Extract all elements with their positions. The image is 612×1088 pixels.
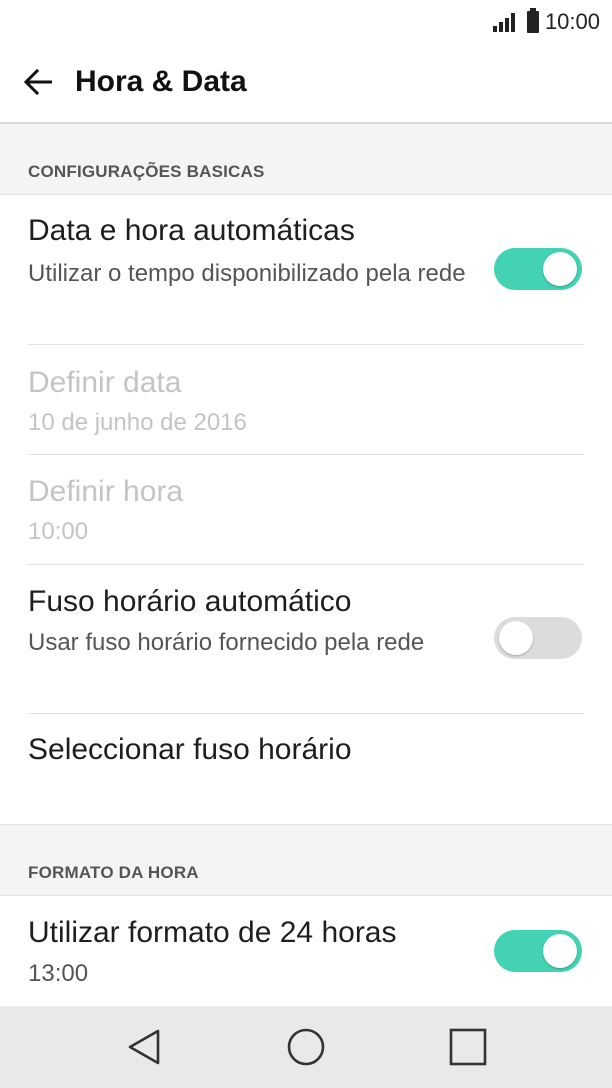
setting-auto-datetime[interactable]: Data e hora automáticas Utilizar o tempo… [0, 195, 612, 345]
navigation-bar [0, 1006, 612, 1088]
square-recents-icon[interactable] [446, 1025, 490, 1069]
toggle-knob [543, 252, 577, 286]
setting-select-timezone[interactable]: Seleccionar fuso horário [0, 714, 612, 824]
auto-timezone-toggle[interactable] [494, 617, 582, 659]
setting-title: Fuso horário automático [28, 585, 352, 618]
setting-24h-format[interactable]: Utilizar formato de 24 horas 13:00 [0, 895, 612, 1006]
setting-title: Definir hora [28, 475, 184, 508]
setting-subtitle: 13:00 [28, 960, 89, 987]
24h-format-toggle[interactable] [494, 930, 582, 972]
setting-title: Definir data [28, 366, 182, 399]
toggle-knob [499, 621, 533, 655]
app-toolbar: Hora & Data [0, 44, 612, 124]
section-header-label: CONFIGURAÇÕES BASICAS [28, 162, 265, 181]
battery-icon [526, 8, 539, 33]
setting-set-date: Definir data 10 de junho de 2016 [0, 345, 612, 455]
section-header-label: FORMATO DA HORA [28, 863, 199, 882]
setting-set-time: Definir hora 10:00 [0, 455, 612, 565]
setting-auto-timezone[interactable]: Fuso horário automático Usar fuso horári… [0, 565, 612, 714]
setting-value: 10:00 [28, 518, 89, 545]
setting-title: Seleccionar fuso horário [28, 733, 352, 766]
status-bar: 10:00 [0, 0, 612, 44]
arrow-left-icon[interactable] [20, 64, 56, 100]
section-header-basic: CONFIGURAÇÕES BASICAS [0, 124, 612, 195]
setting-value: 10 de junho de 2016 [28, 409, 247, 436]
triangle-back-icon[interactable] [122, 1025, 166, 1069]
setting-subtitle: Usar fuso horário fornecido pela rede [28, 629, 425, 656]
setting-title: Utilizar formato de 24 horas [28, 916, 397, 949]
circle-home-icon[interactable] [284, 1025, 328, 1069]
page-title: Hora & Data [75, 65, 247, 98]
section-header-time-format: FORMATO DA HORA [0, 824, 612, 896]
signal-icon [492, 12, 517, 32]
toggle-knob [543, 934, 577, 968]
setting-title: Data e hora automáticas [28, 214, 355, 247]
status-time: 10:00 [544, 9, 600, 34]
auto-datetime-toggle[interactable] [494, 248, 582, 290]
setting-subtitle: Utilizar o tempo disponibilizado pela re… [28, 260, 466, 287]
